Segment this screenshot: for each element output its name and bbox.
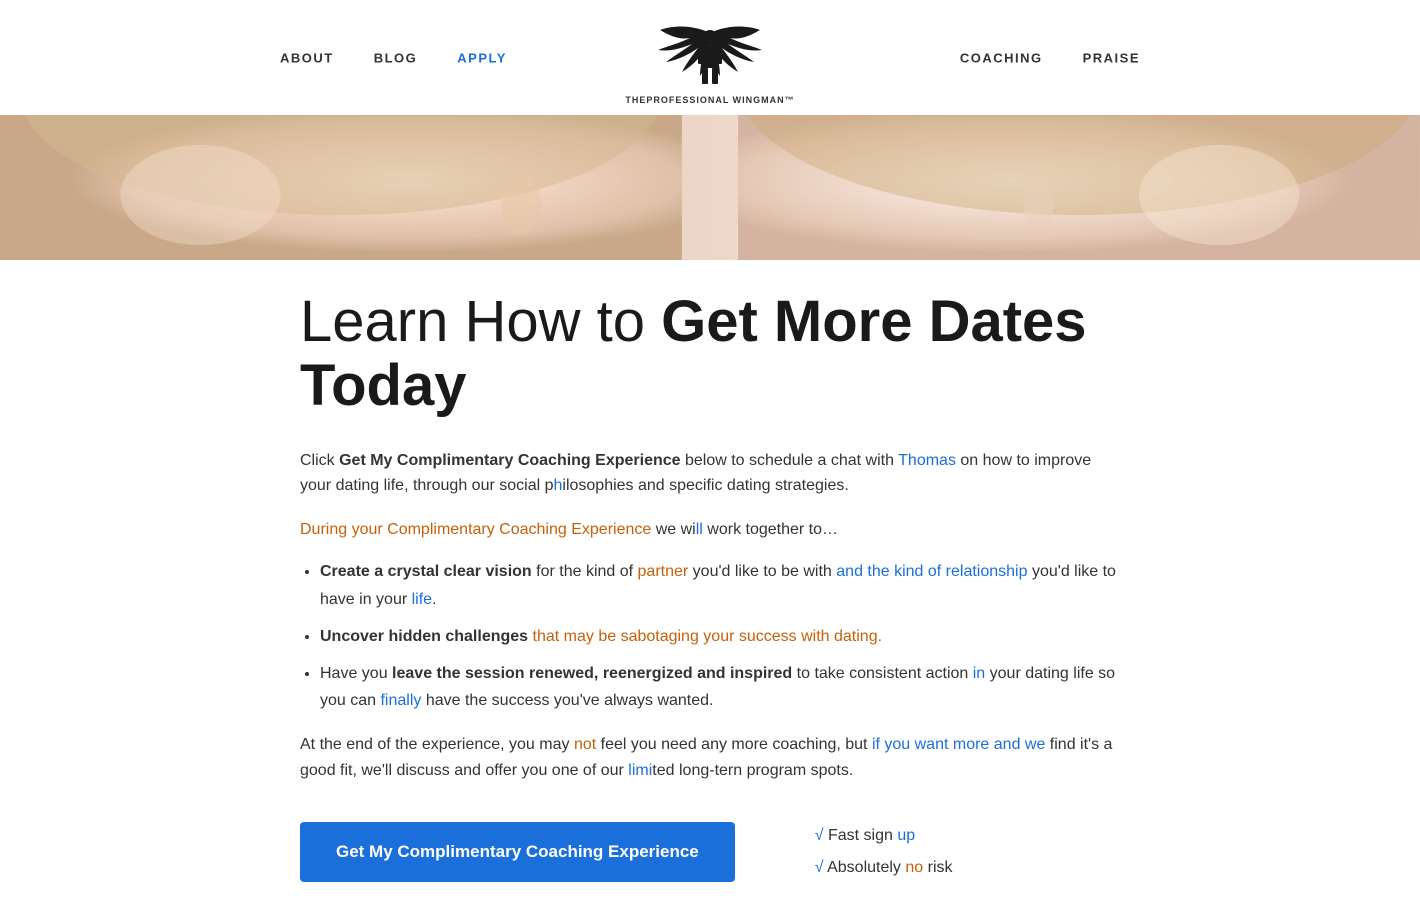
hero-banner bbox=[0, 115, 1420, 260]
logo[interactable]: ThePROFESSIONAL WINGMAN™ bbox=[625, 18, 794, 105]
trust-badge-risk: √ Absolutely no risk bbox=[815, 852, 953, 884]
nav-praise[interactable]: PRAISE bbox=[1083, 50, 1140, 65]
main-headline: Learn How to Get More Dates Today bbox=[300, 290, 1120, 418]
hero-face-left bbox=[0, 115, 682, 260]
during-paragraph: During your Complimentary Coaching Exper… bbox=[300, 517, 1120, 543]
bullet-challenges: Uncover hidden challenges that may be sa… bbox=[320, 623, 1120, 650]
nav-left: ABOUT BLOG APPLY bbox=[280, 50, 507, 65]
trust-badges: √ Fast sign up √ Absolutely no risk bbox=[815, 820, 953, 884]
nav-right: COACHING PRAISE bbox=[960, 50, 1140, 65]
closing-paragraph: At the end of the experience, you may no… bbox=[300, 732, 1120, 783]
benefits-list: Create a crystal clear vision for the ki… bbox=[320, 558, 1120, 714]
trust-badge-signup: √ Fast sign up bbox=[815, 820, 953, 852]
hero-face-right bbox=[738, 115, 1420, 260]
nav-apply[interactable]: APPLY bbox=[457, 50, 507, 65]
nav-blog[interactable]: BLOG bbox=[374, 50, 418, 65]
logo-text: ThePROFESSIONAL WINGMAN™ bbox=[625, 95, 794, 105]
nav-coaching[interactable]: COACHING bbox=[960, 50, 1043, 65]
logo-icon bbox=[650, 18, 770, 103]
bullet-vision: Create a crystal clear vision for the ki… bbox=[320, 558, 1120, 612]
intro-paragraph: Click Get My Complimentary Coaching Expe… bbox=[300, 448, 1120, 499]
navigation: ABOUT BLOG APPLY ThePROFESSIONAL WINGMAN… bbox=[0, 0, 1420, 115]
nav-about[interactable]: ABOUT bbox=[280, 50, 334, 65]
main-content: Learn How to Get More Dates Today Click … bbox=[260, 260, 1160, 924]
cta-area: Get My Complimentary Coaching Experience… bbox=[300, 820, 1120, 884]
bullet-renewed: Have you leave the session renewed, reen… bbox=[320, 660, 1120, 714]
cta-button[interactable]: Get My Complimentary Coaching Experience bbox=[300, 822, 735, 882]
hero-faces bbox=[0, 115, 1420, 260]
